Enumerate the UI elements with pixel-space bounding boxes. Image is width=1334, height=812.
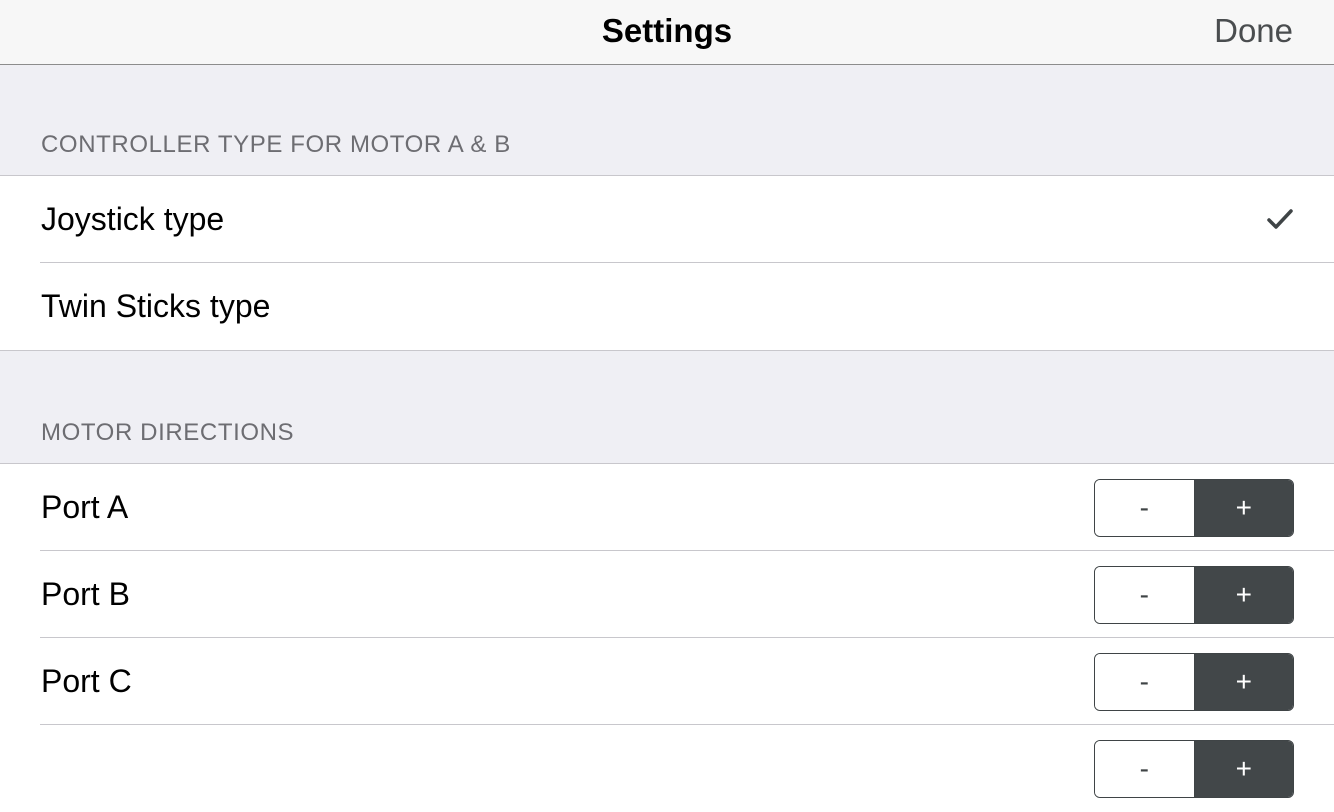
option-joystick-type[interactable]: Joystick type xyxy=(0,176,1334,263)
controller-type-group: Joystick type Twin Sticks type xyxy=(0,175,1334,351)
minus-button[interactable]: - xyxy=(1095,741,1195,797)
port-b-row: Port B - + xyxy=(0,551,1334,638)
option-label: Twin Sticks type xyxy=(41,288,271,324)
port-label: Port B xyxy=(41,576,130,612)
port-label: Port A xyxy=(41,489,129,525)
done-button[interactable]: Done xyxy=(1214,0,1293,62)
section-header-controller-type: CONTROLLER TYPE FOR MOTOR A & B xyxy=(41,131,511,158)
direction-segmented-control: - + xyxy=(1094,479,1294,537)
plus-button[interactable]: + xyxy=(1194,480,1293,536)
checkmark-icon xyxy=(1267,209,1293,229)
minus-button[interactable]: - xyxy=(1095,567,1195,623)
plus-button[interactable]: + xyxy=(1194,567,1293,623)
option-twin-sticks-type[interactable]: Twin Sticks type xyxy=(0,263,1334,350)
plus-button[interactable]: + xyxy=(1194,741,1293,797)
minus-button[interactable]: - xyxy=(1095,480,1195,536)
page-title: Settings xyxy=(601,12,733,49)
port-a-row: Port A - + xyxy=(0,464,1334,551)
direction-segmented-control: - + xyxy=(1094,740,1294,798)
plus-button[interactable]: + xyxy=(1194,654,1293,710)
option-label: Joystick type xyxy=(41,201,225,237)
port-d-row: - + xyxy=(0,725,1334,812)
direction-segmented-control: - + xyxy=(1094,566,1294,624)
direction-segmented-control: - + xyxy=(1094,653,1294,711)
section-header-motor-directions: MOTOR DIRECTIONS xyxy=(41,419,295,446)
minus-button[interactable]: - xyxy=(1095,654,1195,710)
port-c-row: Port C - + xyxy=(0,638,1334,725)
group-bottom-border xyxy=(0,350,1334,351)
navigation-bar: Settings Done xyxy=(0,0,1334,65)
port-label: Port C xyxy=(41,663,132,699)
motor-directions-group: Port A - + Port B - + Port C - + - + xyxy=(0,463,1334,812)
